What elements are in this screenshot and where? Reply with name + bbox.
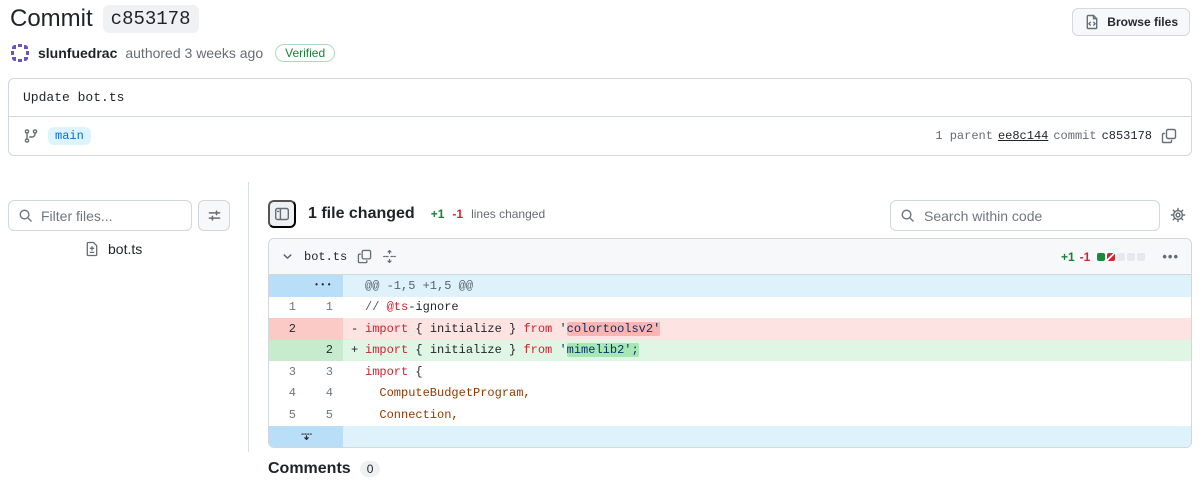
code-search-field	[890, 200, 1160, 231]
search-icon	[900, 208, 915, 223]
hunk-expand-button[interactable]: •••	[269, 275, 343, 297]
expand-down-button[interactable]	[269, 426, 343, 448]
diffstat-squares	[1097, 253, 1145, 261]
sliders-icon	[207, 208, 222, 223]
page-title: Commit c853178	[10, 5, 199, 33]
diffstat-square-neutral	[1127, 253, 1135, 261]
line-number-old[interactable]: 5	[269, 408, 306, 422]
parent-sha-link[interactable]: ee8c144	[998, 129, 1048, 143]
author-name[interactable]: slunfuedrac	[38, 45, 117, 61]
comments-title: Comments	[268, 460, 351, 478]
code-search-input[interactable]	[922, 207, 1150, 225]
line-number-new[interactable]: 1	[306, 300, 343, 314]
author-avatar[interactable]	[10, 43, 30, 63]
diff-card-bot-ts: bot.ts +1 -1 ••• •••@@ -1,5 +1,5 @@11// …	[268, 238, 1192, 448]
toggle-file-tree-button[interactable]	[268, 200, 296, 228]
code-line: -import { initialize } from 'colortoolsv…	[343, 318, 1191, 340]
browse-files-button[interactable]: Browse files	[1072, 8, 1190, 36]
diff-row-hunk: •••@@ -1,5 +1,5 @@	[269, 275, 1191, 297]
copy-file-path-icon[interactable]	[357, 249, 372, 264]
commit-sha-value: c853178	[1102, 129, 1152, 143]
code-line: +import { initialize } from 'mimelib2';	[343, 340, 1191, 362]
line-number-new[interactable]: 2	[306, 343, 343, 357]
line-number-new[interactable]: 3	[306, 365, 343, 379]
expand-row-space	[343, 426, 1191, 448]
line-number-new[interactable]: 5	[306, 408, 343, 422]
commit-box: Update bot.ts main 1 parent ee8c144 comm…	[8, 78, 1192, 156]
code-line: import {	[343, 361, 1191, 383]
git-branch-icon	[23, 128, 39, 144]
diff-row-context: 44 ComputeBudgetProgram,	[269, 383, 1191, 405]
diff-additions: +1	[1061, 250, 1075, 264]
line-number-old[interactable]: 3	[269, 365, 306, 379]
diffstat-square-neutral	[1137, 253, 1145, 261]
diff-row-del: 2 -import { initialize } from 'colortools…	[269, 318, 1191, 340]
diff-row-context: 55 Connection,	[269, 404, 1191, 426]
deletions-count: -1	[452, 207, 463, 221]
branch-name-badge[interactable]: main	[48, 127, 91, 145]
authored-time: authored 3 weeks ago	[125, 45, 263, 61]
diffstat-square-deleted	[1107, 253, 1115, 261]
commit-label: commit	[1053, 129, 1096, 143]
diff-deletions: -1	[1080, 250, 1091, 264]
parent-label: 1 parent	[935, 129, 993, 143]
file-filter-options-button[interactable]	[198, 200, 230, 231]
line-number-old[interactable]: 2	[269, 322, 306, 336]
line-number-new[interactable]: 4	[306, 386, 343, 400]
filter-files-field	[8, 200, 192, 231]
diff-row-context: 33import {	[269, 361, 1191, 383]
code-line: ComputeBudgetProgram,	[343, 383, 1191, 405]
fold-down-icon	[300, 430, 313, 443]
diff-settings-gear-icon[interactable]	[1170, 207, 1186, 223]
chevron-down-icon[interactable]	[281, 250, 294, 263]
commit-title-label: Commit	[10, 5, 93, 33]
sidebar-resize-divider[interactable]	[248, 182, 249, 452]
files-changed-header: 1 file changed +1 -1 lines changed	[268, 199, 545, 229]
lines-changed-label: lines changed	[471, 207, 545, 221]
copy-sha-icon[interactable]	[1161, 128, 1177, 144]
comments-section-header: Comments 0	[268, 460, 380, 478]
branch-row: main 1 parent ee8c144 commit c853178	[9, 116, 1191, 155]
commit-message: Update bot.ts	[9, 79, 1191, 116]
parent-commit-info: 1 parent ee8c144 commit c853178	[935, 128, 1177, 144]
file-options-kebab-icon[interactable]: •••	[1162, 252, 1179, 262]
diff-row-add: 2+import { initialize } from 'mimelib2';	[269, 340, 1191, 362]
diff-file-name[interactable]: bot.ts	[304, 250, 347, 264]
browse-files-label: Browse files	[1107, 15, 1178, 29]
diffstat-square-neutral	[1117, 253, 1125, 261]
filter-files-input[interactable]	[39, 207, 182, 225]
comments-count-badge: 0	[360, 461, 381, 477]
line-number-old[interactable]: 4	[269, 386, 306, 400]
search-icon	[18, 208, 33, 223]
code-line: // @ts-ignore	[343, 297, 1191, 319]
diffstat-square-added	[1097, 253, 1105, 261]
verified-badge[interactable]: Verified	[275, 44, 335, 62]
additions-count: +1	[431, 207, 445, 221]
file-code-icon	[1084, 14, 1100, 30]
file-diff-icon	[84, 241, 100, 257]
expand-all-icon[interactable]	[382, 249, 397, 264]
hunk-header-text: @@ -1,5 +1,5 @@	[343, 275, 1191, 297]
file-tree-item-label: bot.ts	[108, 241, 142, 257]
code-line: Connection,	[343, 404, 1191, 426]
diff-rows: •••@@ -1,5 +1,5 @@11// @ts-ignore2-impor…	[269, 275, 1191, 447]
line-number-old[interactable]: 1	[269, 300, 306, 314]
sidebar-panel-icon	[274, 206, 290, 222]
diff-row-context: 11// @ts-ignore	[269, 297, 1191, 319]
diff-row-expand	[269, 426, 1191, 448]
commit-author-row: slunfuedrac authored 3 weeks ago Verifie…	[10, 43, 335, 63]
diff-file-header: bot.ts +1 -1 •••	[269, 239, 1191, 275]
files-changed-title: 1 file changed	[308, 205, 415, 223]
file-tree-item-bot-ts[interactable]: bot.ts	[84, 241, 142, 257]
commit-sha-pill: c853178	[103, 5, 199, 33]
